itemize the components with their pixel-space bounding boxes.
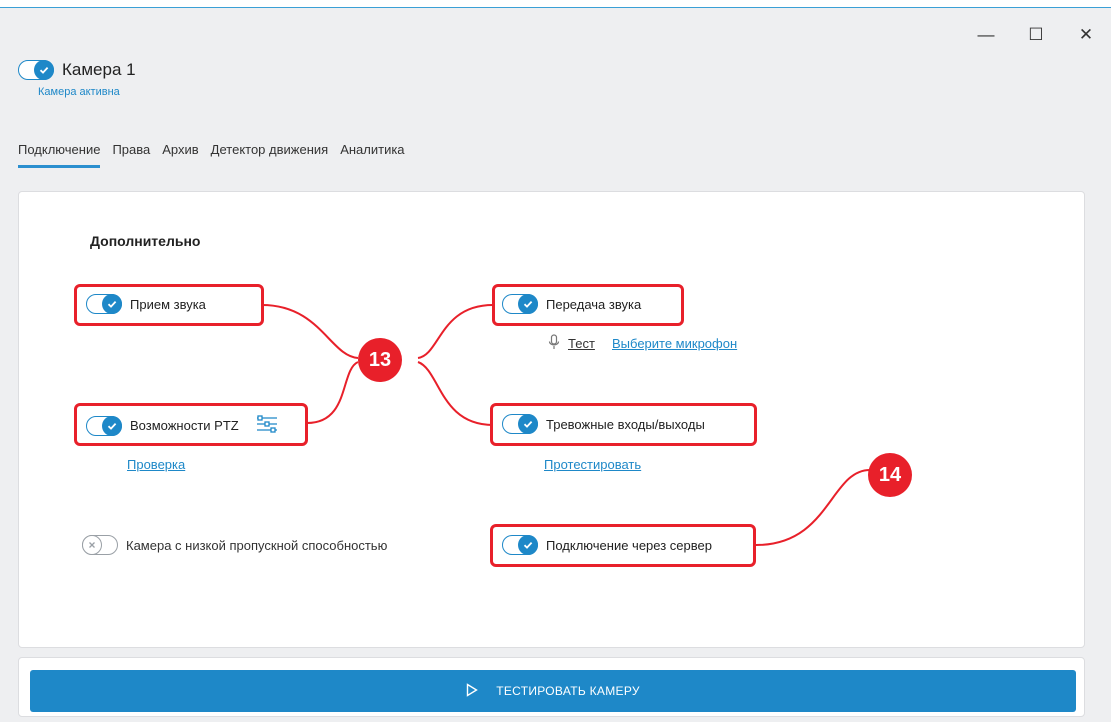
check-icon (518, 294, 538, 314)
tab-motion-detector[interactable]: Детектор движения (211, 142, 341, 168)
play-icon (466, 682, 479, 700)
ptz-check-link[interactable]: Проверка (127, 457, 185, 472)
tab-connection[interactable]: Подключение (18, 142, 112, 168)
audio-in-toggle[interactable] (86, 294, 122, 314)
ptz-label: Возможности PTZ (130, 418, 239, 433)
camera-header: Камера 1 Камера активна (18, 60, 136, 98)
window-controls: — ☐ ✕ (961, 20, 1111, 50)
option-audio-out[interactable]: Передача звука (502, 294, 641, 314)
test-camera-button[interactable]: ТЕСТИРОВАТЬ КАМЕРУ (30, 670, 1076, 712)
minimize-button[interactable]: — (961, 20, 1011, 50)
alarm-io-toggle[interactable] (502, 414, 538, 434)
check-icon (518, 414, 538, 434)
check-icon (518, 535, 538, 555)
window-top-border (0, 0, 1111, 8)
close-icon (82, 535, 102, 555)
tab-rights[interactable]: Права (112, 142, 162, 168)
low-bandwidth-toggle[interactable] (82, 535, 118, 555)
callout-badge-13: 13 (358, 338, 402, 382)
test-camera-label: ТЕСТИРОВАТЬ КАМЕРУ (496, 684, 640, 698)
camera-status: Камера активна (38, 86, 120, 98)
select-microphone-link[interactable]: Выберите микрофон (612, 336, 737, 351)
via-server-label: Подключение через сервер (546, 537, 712, 553)
audio-out-label: Передача звука (546, 296, 642, 312)
settings-tabs: Подключение Права Архив Детектор движени… (18, 142, 417, 168)
alarm-io-test-link[interactable]: Протестировать (544, 457, 641, 472)
audio-out-toggle[interactable] (502, 294, 538, 314)
option-audio-in[interactable]: Прием звука (86, 294, 206, 314)
check-icon (102, 294, 122, 314)
option-low-bandwidth[interactable]: Камера с низкой пропускной способностью (82, 535, 387, 555)
alarm-io-label: Тревожные входы/выходы (546, 416, 705, 432)
maximize-button[interactable]: ☐ (1011, 20, 1061, 50)
via-server-toggle[interactable] (502, 535, 538, 555)
ptz-settings-icon[interactable] (255, 414, 279, 437)
option-via-server[interactable]: Подключение через сервер (502, 535, 712, 555)
section-title: Дополнительно (90, 233, 201, 249)
tab-archive[interactable]: Архив (162, 142, 210, 168)
camera-name: Камера 1 (62, 60, 136, 79)
option-alarm-io[interactable]: Тревожные входы/выходы (502, 414, 705, 434)
ptz-toggle[interactable] (86, 415, 122, 436)
close-button[interactable]: ✕ (1061, 20, 1111, 50)
audio-in-label: Прием звука (130, 296, 206, 312)
camera-enabled-toggle[interactable] (18, 60, 54, 80)
low-bandwidth-label: Камера с низкой пропускной способностью (126, 537, 388, 553)
microphone-test-link[interactable]: Тест (568, 336, 595, 351)
microphone-icon (548, 334, 560, 355)
check-icon (34, 60, 54, 80)
callout-badge-14: 14 (868, 453, 912, 497)
option-ptz[interactable]: Возможности PTZ (86, 414, 279, 437)
check-icon (102, 415, 122, 436)
tab-analytics[interactable]: Аналитика (340, 142, 416, 168)
